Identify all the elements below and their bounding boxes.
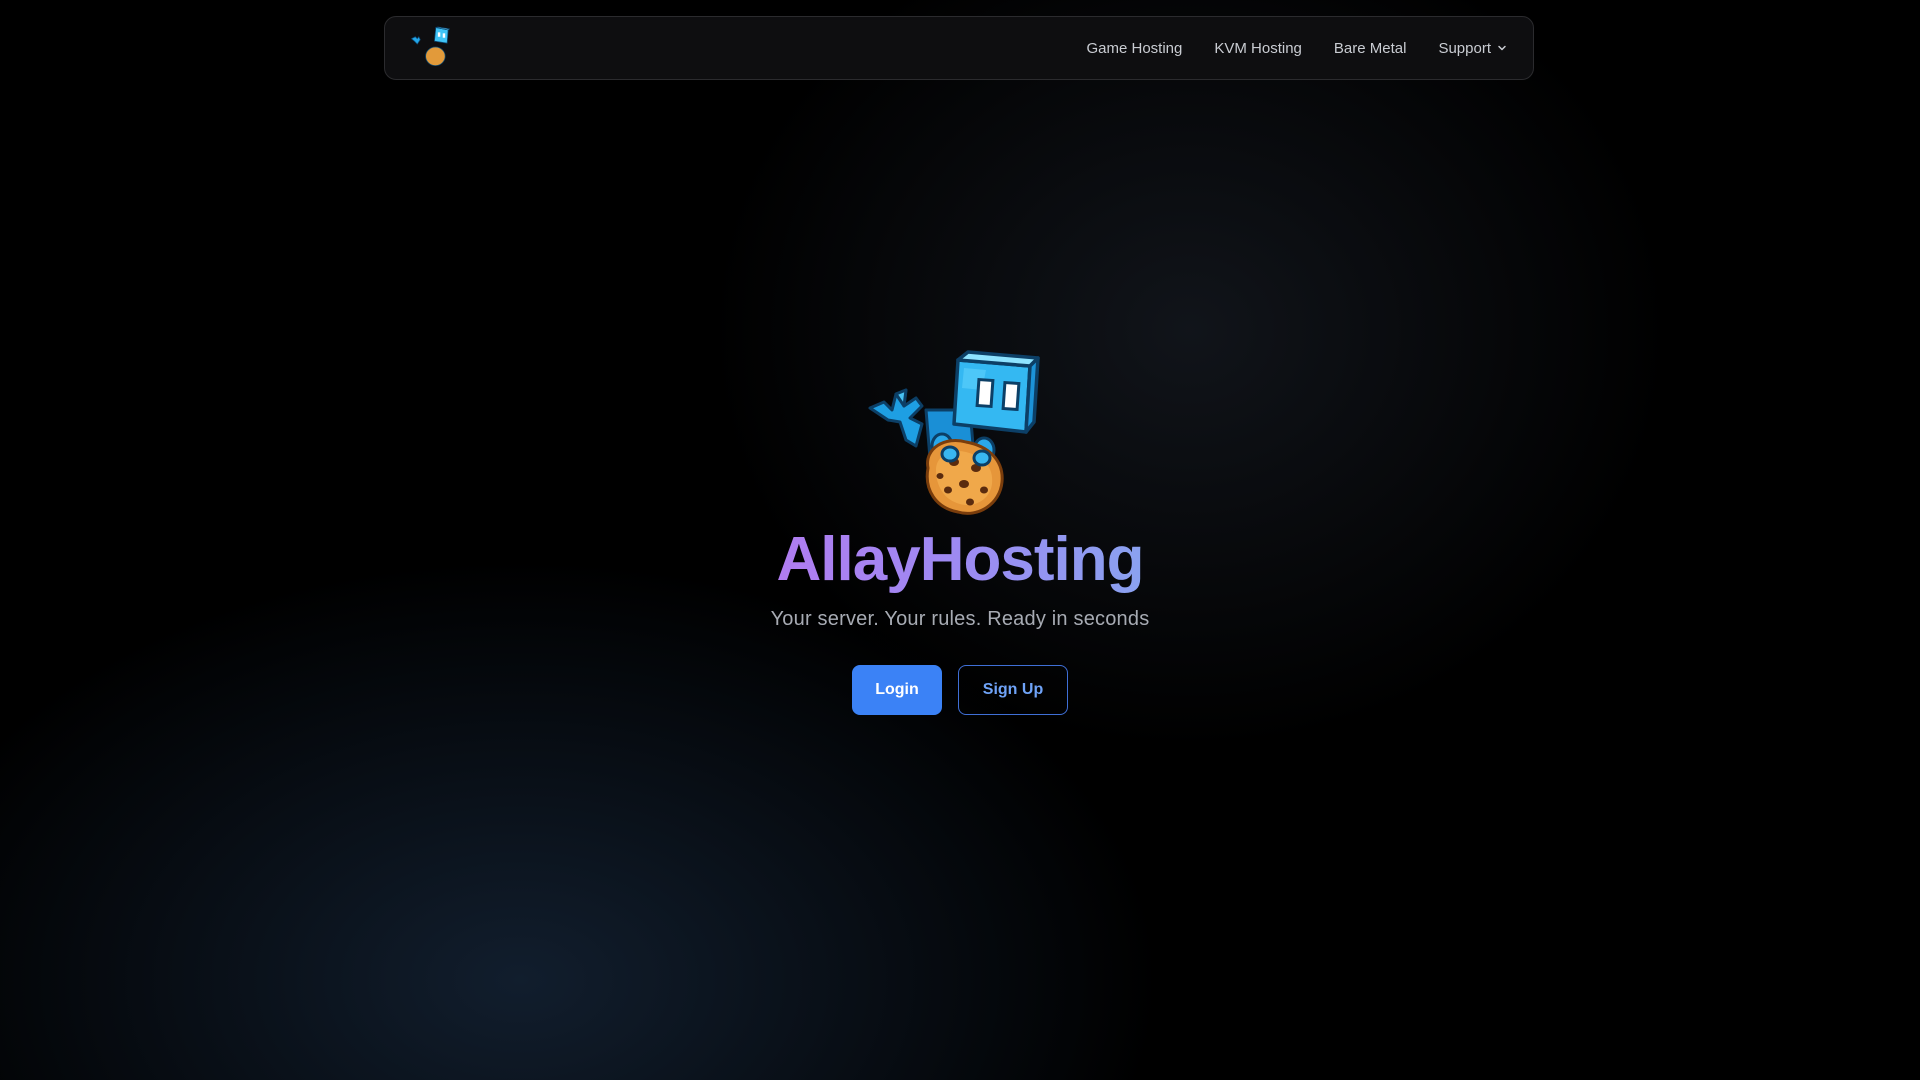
nav-links: Game Hosting KVM Hosting Bare Metal Supp… [1086,40,1507,57]
nav-logo[interactable] [409,26,453,70]
allay-mascot-icon [868,350,1040,515]
allay-mascot-icon [411,26,450,66]
nav-link-label: Game Hosting [1086,39,1183,57]
chevron-down-icon [1498,45,1506,51]
login-button[interactable]: Login [852,665,942,716]
hero-tagline: Your server. Your rules. Ready in second… [770,608,1150,631]
nav-link-kvm-hosting[interactable]: KVM Hosting [1214,40,1302,57]
top-navbar: Game Hosting KVM Hosting Bare Metal Supp… [384,16,1534,80]
nav-link-label: KVM Hosting [1214,39,1302,57]
nav-link-support[interactable]: Support [1438,40,1507,57]
nav-link-label: Support [1438,39,1491,57]
nav-link-bare-metal[interactable]: Bare Metal [1334,40,1407,57]
brand-title: AllayHosting [776,525,1145,594]
page: Game Hosting KVM Hosting Bare Metal Supp… [0,0,1920,1080]
hero-buttons: Login Sign Up [852,665,1068,716]
nav-link-game-hosting[interactable]: Game Hosting [1086,40,1182,57]
signup-button[interactable]: Sign Up [958,665,1068,716]
hero-section: AllayHosting Your server. Your rules. Re… [0,350,1920,716]
nav-link-label: Bare Metal [1333,39,1407,57]
